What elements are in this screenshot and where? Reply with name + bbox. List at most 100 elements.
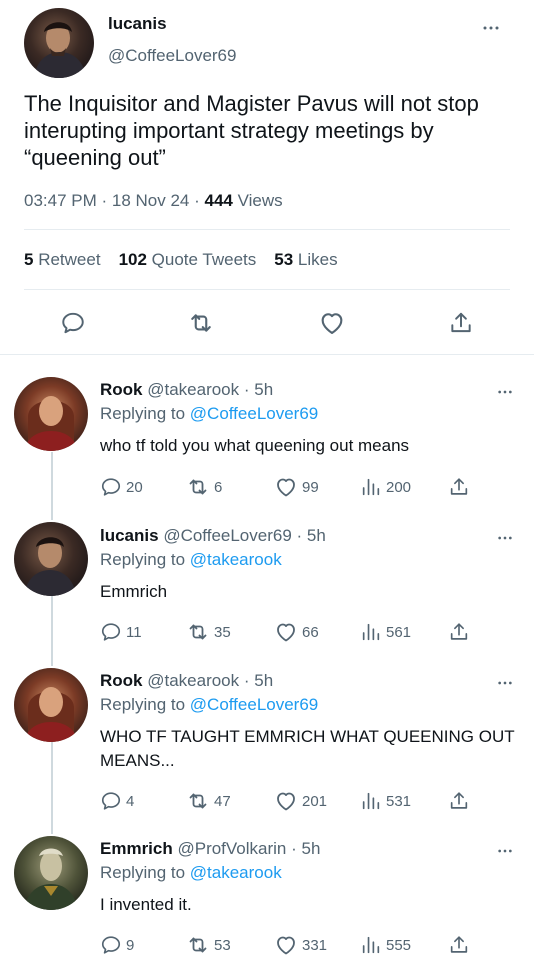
share-action[interactable] <box>448 932 470 958</box>
reply-action[interactable]: 20 <box>100 474 143 500</box>
views-action[interactable]: 531 <box>360 788 411 814</box>
more-options-icon[interactable] <box>490 673 520 693</box>
reply-icon <box>100 621 122 643</box>
retweet-icon <box>186 620 210 644</box>
like-icon <box>274 933 298 957</box>
like-icon <box>274 620 298 644</box>
tweet-text: The Inquisitor and Magister Pavus will n… <box>24 91 479 170</box>
reply-icon[interactable] <box>58 308 88 338</box>
replying-to-link[interactable]: @CoffeeLover69 <box>190 404 318 423</box>
reply-header: lucanis @CoffeeLover69 · 5h <box>100 526 326 546</box>
reply-text: who tf told you what queening out means <box>100 436 410 455</box>
share-action[interactable] <box>448 788 470 814</box>
author-name[interactable]: Emmrich <box>100 839 173 858</box>
reply-action[interactable]: 9 <box>100 932 134 958</box>
avatar[interactable] <box>14 668 88 742</box>
more-options-icon[interactable] <box>490 382 520 402</box>
views-icon <box>360 621 382 643</box>
retweet-icon <box>186 789 210 813</box>
author-handle[interactable]: @ProfVolkarin · 5h <box>173 839 320 858</box>
replying-to: Replying to @CoffeeLover69 <box>100 695 319 714</box>
avatar[interactable] <box>24 8 94 78</box>
author-name[interactable]: lucanis <box>100 526 159 545</box>
avatar[interactable] <box>14 377 88 451</box>
divider <box>0 354 534 355</box>
replying-to: Replying to @takearook <box>100 863 282 882</box>
views-action[interactable]: 200 <box>360 474 411 500</box>
thread-line <box>51 742 53 834</box>
retweet-action[interactable]: 35 <box>186 619 231 645</box>
tweet-actions <box>0 300 534 344</box>
more-options-icon[interactable] <box>490 841 520 861</box>
reply-actions: 9 53 331 555 <box>100 932 500 958</box>
reply-actions: 4 47 201 531 <box>100 788 500 814</box>
author-name[interactable]: lucanis <box>108 14 167 34</box>
replying-to-link[interactable]: @takearook <box>190 863 282 882</box>
reply-icon <box>100 790 122 812</box>
views-action[interactable]: 555 <box>360 932 411 958</box>
thread-line <box>51 596 53 666</box>
avatar[interactable] <box>14 522 88 596</box>
retweet-action[interactable]: 6 <box>186 474 222 500</box>
retweet-icon <box>186 475 210 499</box>
reply-text: WHO TF TAUGHT EMMRICH WHAT QUEENING OUT … <box>100 727 515 770</box>
author-handle[interactable]: @takearook · 5h <box>143 380 273 399</box>
divider <box>24 289 510 290</box>
reply-actions: 11 35 66 561 <box>100 619 500 645</box>
share-action[interactable] <box>448 619 470 645</box>
retweet-icon <box>186 933 210 957</box>
share-icon <box>448 621 470 643</box>
like-action[interactable]: 201 <box>274 788 327 814</box>
replying-to-link[interactable]: @takearook <box>190 550 282 569</box>
reply-text: Emmrich <box>100 582 168 601</box>
replying-to: Replying to @takearook <box>100 550 282 569</box>
reply-header: Rook @takearook · 5h <box>100 380 273 400</box>
retweet-action[interactable]: 53 <box>186 932 231 958</box>
share-icon <box>448 476 470 498</box>
like-icon[interactable] <box>317 308 347 338</box>
views-label: Views <box>232 191 283 210</box>
avatar[interactable] <box>14 836 88 910</box>
retweet-icon[interactable] <box>186 308 216 338</box>
author-name[interactable]: Rook <box>100 671 143 690</box>
author-name[interactable]: Rook <box>100 380 143 399</box>
like-action[interactable]: 66 <box>274 619 319 645</box>
reply-icon <box>100 934 122 956</box>
author-handle[interactable]: @takearook · 5h <box>143 671 273 690</box>
tweet-timestamp: 03:47 PM · 18 Nov 24 · <box>24 191 205 210</box>
thread-line <box>51 452 53 520</box>
more-options-icon[interactable] <box>490 528 520 548</box>
views-icon <box>360 934 382 956</box>
reply-text: I invented it. <box>100 895 192 914</box>
reply-actions: 20 6 99 200 <box>100 474 500 500</box>
reply-header: Rook @takearook · 5h <box>100 671 273 691</box>
like-action[interactable]: 99 <box>274 474 319 500</box>
reply-header: Emmrich @ProfVolkarin · 5h <box>100 839 320 859</box>
tweet-stats: 5 Retweet 102 Quote Tweets 53 Likes <box>24 250 338 270</box>
replying-to-link[interactable]: @CoffeeLover69 <box>190 695 318 714</box>
quote-stat[interactable]: 102 Quote Tweets <box>119 250 257 270</box>
reply-icon <box>100 476 122 498</box>
share-icon <box>448 790 470 812</box>
like-icon <box>274 475 298 499</box>
reply-action[interactable]: 11 <box>100 619 142 645</box>
share-action[interactable] <box>448 474 470 500</box>
author-handle[interactable]: @CoffeeLover69 · 5h <box>159 526 326 545</box>
replying-to: Replying to @CoffeeLover69 <box>100 404 319 423</box>
views-count: 444 <box>204 191 233 210</box>
author-handle[interactable]: @CoffeeLover69 <box>108 46 236 66</box>
share-icon <box>448 934 470 956</box>
views-icon <box>360 476 382 498</box>
reply-action[interactable]: 4 <box>100 788 134 814</box>
views-action[interactable]: 561 <box>360 619 411 645</box>
tweet-meta: 03:47 PM · 18 Nov 24 · 444 Views <box>24 191 283 211</box>
views-icon <box>360 790 382 812</box>
divider <box>24 229 510 230</box>
share-icon[interactable] <box>446 308 476 338</box>
retweet-action[interactable]: 47 <box>186 788 231 814</box>
likes-stat[interactable]: 53 Likes <box>274 250 337 270</box>
retweet-stat[interactable]: 5 Retweet <box>24 250 101 270</box>
like-action[interactable]: 331 <box>274 932 327 958</box>
more-options-icon[interactable] <box>476 18 506 38</box>
like-icon <box>274 789 298 813</box>
